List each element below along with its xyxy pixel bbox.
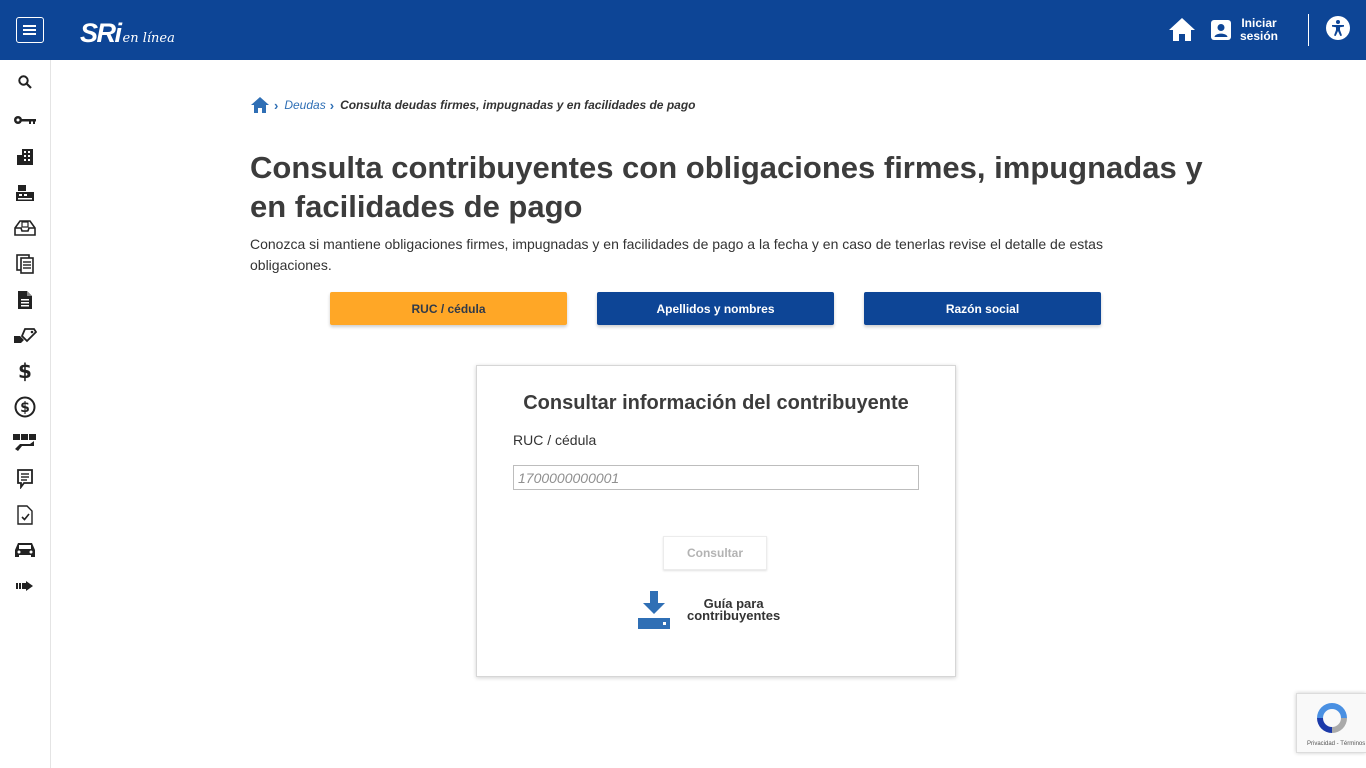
breadcrumb: › Deudas › Consulta deudas firmes, impug… bbox=[250, 96, 695, 114]
sidebar-item-inbox[interactable] bbox=[11, 215, 39, 241]
file-text-icon bbox=[18, 291, 32, 309]
dollar-circle-icon: $ bbox=[14, 396, 36, 418]
guide-label: Guía para contribuyentes bbox=[687, 597, 781, 623]
svg-text:$: $ bbox=[18, 360, 32, 382]
svg-text:$: $ bbox=[20, 400, 30, 416]
sidebar-item-arrow[interactable] bbox=[11, 573, 39, 599]
sidebar-item-documents[interactable] bbox=[11, 251, 39, 277]
exchange-icon bbox=[13, 434, 36, 451]
tab-ruc-cedula[interactable]: RUC / cédula bbox=[330, 292, 567, 325]
sidebar-item-register[interactable] bbox=[11, 180, 39, 206]
breadcrumb-home-icon[interactable] bbox=[250, 96, 270, 114]
sri-logo[interactable]: SRi en línea bbox=[80, 14, 175, 48]
documents-icon bbox=[16, 254, 34, 274]
recaptcha-badge[interactable]: Privacidad - Términos bbox=[1296, 693, 1366, 753]
top-navbar: SRi en línea Iniciar sesión bbox=[0, 0, 1366, 60]
download-icon bbox=[638, 591, 670, 629]
recaptcha-terms[interactable]: Privacidad - Términos bbox=[1307, 741, 1365, 747]
sidebar-item-notes[interactable] bbox=[11, 466, 39, 492]
notes-icon bbox=[17, 469, 33, 489]
ruc-field-label: RUC / cédula bbox=[513, 432, 597, 448]
dollar-icon: $ bbox=[18, 360, 32, 382]
home-icon[interactable] bbox=[1168, 16, 1196, 42]
cash-register-icon bbox=[16, 185, 34, 201]
chevron-right-icon: › bbox=[274, 97, 279, 113]
inbox-tray-icon bbox=[14, 220, 36, 236]
recaptcha-icon bbox=[1317, 703, 1347, 733]
sidebar-item-buildings[interactable] bbox=[11, 144, 39, 170]
tab-label: RUC / cédula bbox=[411, 301, 486, 316]
buildings-icon bbox=[17, 149, 33, 165]
page-description: Conozca si mantiene obligaciones firmes,… bbox=[250, 236, 1103, 273]
breadcrumb-link-deudas[interactable]: Deudas bbox=[284, 98, 325, 112]
key-icon bbox=[14, 116, 36, 124]
tab-label: Razón social bbox=[945, 301, 1020, 316]
sidebar-item-handtag[interactable] bbox=[11, 323, 39, 349]
page-title: Consulta contribuyentes con obligaciones… bbox=[250, 150, 1203, 224]
login-label: Iniciar sesión bbox=[1240, 17, 1278, 43]
sidebar-item-search[interactable] bbox=[11, 69, 39, 95]
card-title: Consultar información del contribuyente bbox=[523, 392, 909, 414]
login-label-line2: sesión bbox=[1240, 29, 1279, 43]
guide-download-link[interactable]: Guía para contribuyentes bbox=[637, 590, 780, 630]
logo-text: SRi bbox=[80, 18, 122, 48]
tab-razon-social[interactable]: Razón social bbox=[864, 292, 1101, 325]
logo-subtext: en línea bbox=[122, 31, 175, 46]
query-card: Consultar información del contribuyente … bbox=[476, 365, 956, 677]
checked-document-icon bbox=[17, 505, 33, 525]
main-content: › Deudas › Consulta deudas firmes, impug… bbox=[51, 60, 1366, 768]
arrow-right-icon bbox=[16, 581, 33, 591]
hamburger-menu-button[interactable] bbox=[16, 17, 44, 43]
login-button[interactable]: Iniciar sesión bbox=[1210, 17, 1278, 43]
chevron-right-icon: › bbox=[329, 97, 335, 113]
user-card-icon bbox=[1211, 20, 1231, 40]
sidebar-item-file[interactable] bbox=[11, 287, 39, 313]
sidebar-item-exchange[interactable] bbox=[11, 430, 39, 456]
sidebar-item-dollar-circle[interactable]: $ bbox=[11, 394, 39, 420]
sidebar: $ $ bbox=[0, 60, 51, 768]
sidebar-item-car[interactable] bbox=[11, 537, 39, 563]
sidebar-item-checked-doc[interactable] bbox=[11, 502, 39, 528]
consultar-button[interactable]: Consultar bbox=[663, 536, 767, 570]
tab-apellidos-nombres[interactable]: Apellidos y nombres bbox=[597, 292, 834, 325]
search-icon bbox=[18, 75, 32, 89]
header-divider bbox=[1308, 14, 1309, 46]
sidebar-item-dollar[interactable]: $ bbox=[11, 358, 39, 384]
sidebar-item-key[interactable] bbox=[11, 107, 39, 133]
accessibility-icon[interactable] bbox=[1326, 16, 1350, 40]
hand-tag-icon bbox=[14, 328, 37, 343]
car-icon bbox=[15, 543, 35, 557]
guide-label-line2: contribuyentes bbox=[687, 608, 781, 623]
breadcrumb-current: Consulta deudas firmes, impugnadas y en … bbox=[340, 98, 696, 112]
ruc-input[interactable] bbox=[513, 465, 919, 490]
tab-label: Apellidos y nombres bbox=[656, 301, 775, 316]
